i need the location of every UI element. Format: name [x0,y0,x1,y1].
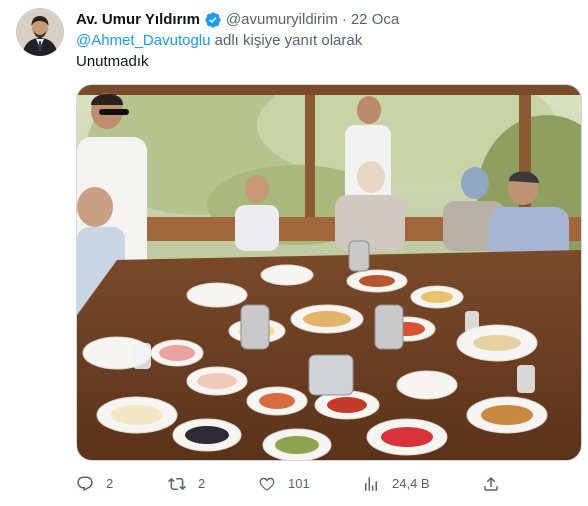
separator-dot: · [341,11,347,28]
tweet-text: Unutmadık [76,53,149,70]
verified-badge-icon [204,11,222,29]
views-button[interactable]: 24,4 B [362,472,430,496]
tweet-header: Av. Umur Yıldırım @avumuryildirim · 22 O… [76,10,399,30]
reply-context-text: adlı kişiye yanıt olarak [210,32,363,49]
tweet-timestamp[interactable]: 22 Oca [351,10,399,30]
retweet-icon [168,475,186,493]
reply-icon [76,475,94,493]
author-name[interactable]: Av. Umur Yıldırım [76,10,200,30]
tweet-media-photo[interactable] [76,84,582,461]
heart-icon [258,475,276,493]
author-handle[interactable]: @avumuryildirim [226,10,338,30]
like-button[interactable]: 101 [258,472,310,496]
reply-mention-link[interactable]: @Ahmet_Davutoglu [76,32,210,49]
reply-context: @Ahmet_Davutoglu adlı kişiye yanıt olara… [76,31,362,51]
share-button[interactable] [482,472,500,496]
reply-button[interactable]: 2 [76,472,113,496]
views-chart-icon [362,475,380,493]
retweet-count: 2 [198,476,206,491]
share-icon [482,475,500,493]
views-count: 24,4 B [392,476,430,491]
tweet-actions: 2 2 101 24,4 B [76,472,506,496]
tweet[interactable]: Av. Umur Yıldırım @avumuryildirim · 22 O… [0,0,588,506]
retweet-button[interactable]: 2 [168,472,205,496]
reply-count: 2 [106,476,114,491]
like-count: 101 [288,476,310,491]
avatar[interactable] [16,8,64,56]
